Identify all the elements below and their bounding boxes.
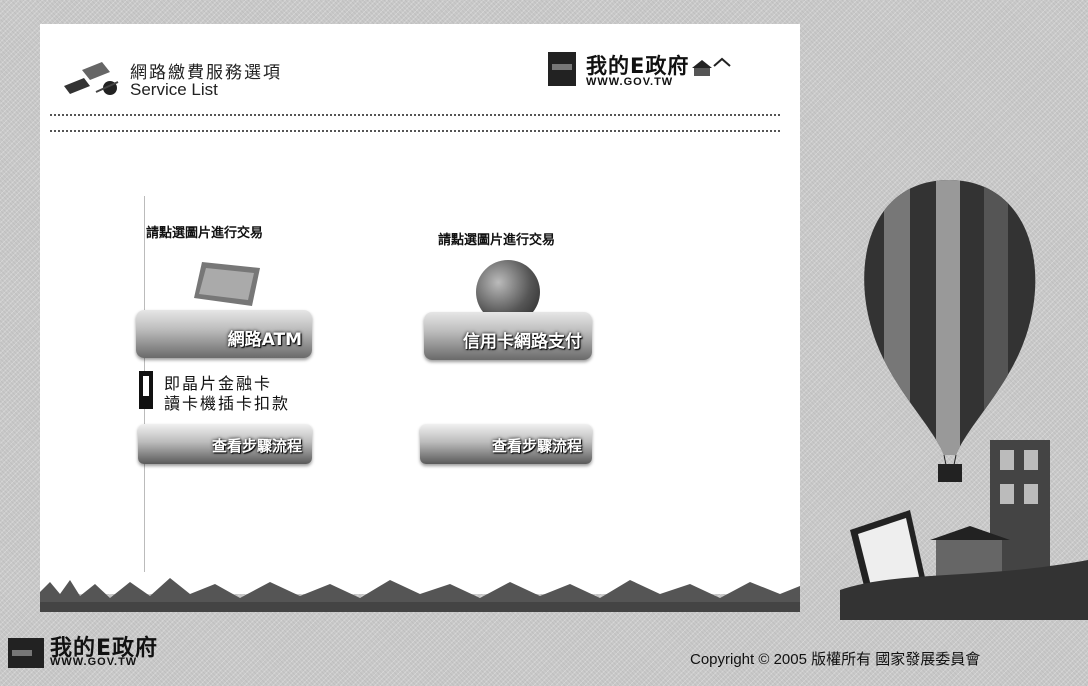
credit-card-prompt: 請點選圖片進行交易 [438,233,556,248]
divider [50,130,780,132]
atm-prompt: 請點選圖片進行交易 [146,226,264,241]
credit-card-payment-label: 信用卡網路支付 [463,332,582,352]
flag-icon [8,638,44,668]
credit-card-payment-button[interactable]: 信用卡網路支付 [424,312,592,360]
house-icon [692,57,731,76]
divider [50,114,780,116]
brand-url: WWW.GOV.TW [586,76,674,88]
content-card [40,24,800,594]
grass-decoration [40,578,800,612]
copyright-text: Copyright © 2005 版權所有 國家發展委員會 [690,651,981,668]
internet-atm-label: 網路ATM [227,330,302,350]
footer-brand-logo[interactable]: 我的E政府 WWW.GOV.TW [8,632,208,676]
credit-card-steps-label: 查看步驟流程 [491,437,582,455]
footer-brand-url: WWW.GOV.TW [50,656,138,668]
page-subtitle: Service List [130,80,218,99]
credit-card-steps-button[interactable]: 查看步驟流程 [420,424,592,464]
card-reader-text-line2: 讀卡機插卡扣款 [164,394,291,413]
brand-logo[interactable]: 我的E政府 WWW.GOV.TW [548,52,788,96]
internet-atm-button[interactable]: 網路ATM [136,310,312,358]
flag-icon [548,52,576,86]
payment-cards-icon [64,62,119,95]
card-icon [139,371,153,409]
atm-steps-button[interactable]: 查看步驟流程 [138,424,312,464]
house-and-book-illustration [840,440,1088,620]
atm-steps-label: 查看步驟流程 [211,437,302,455]
